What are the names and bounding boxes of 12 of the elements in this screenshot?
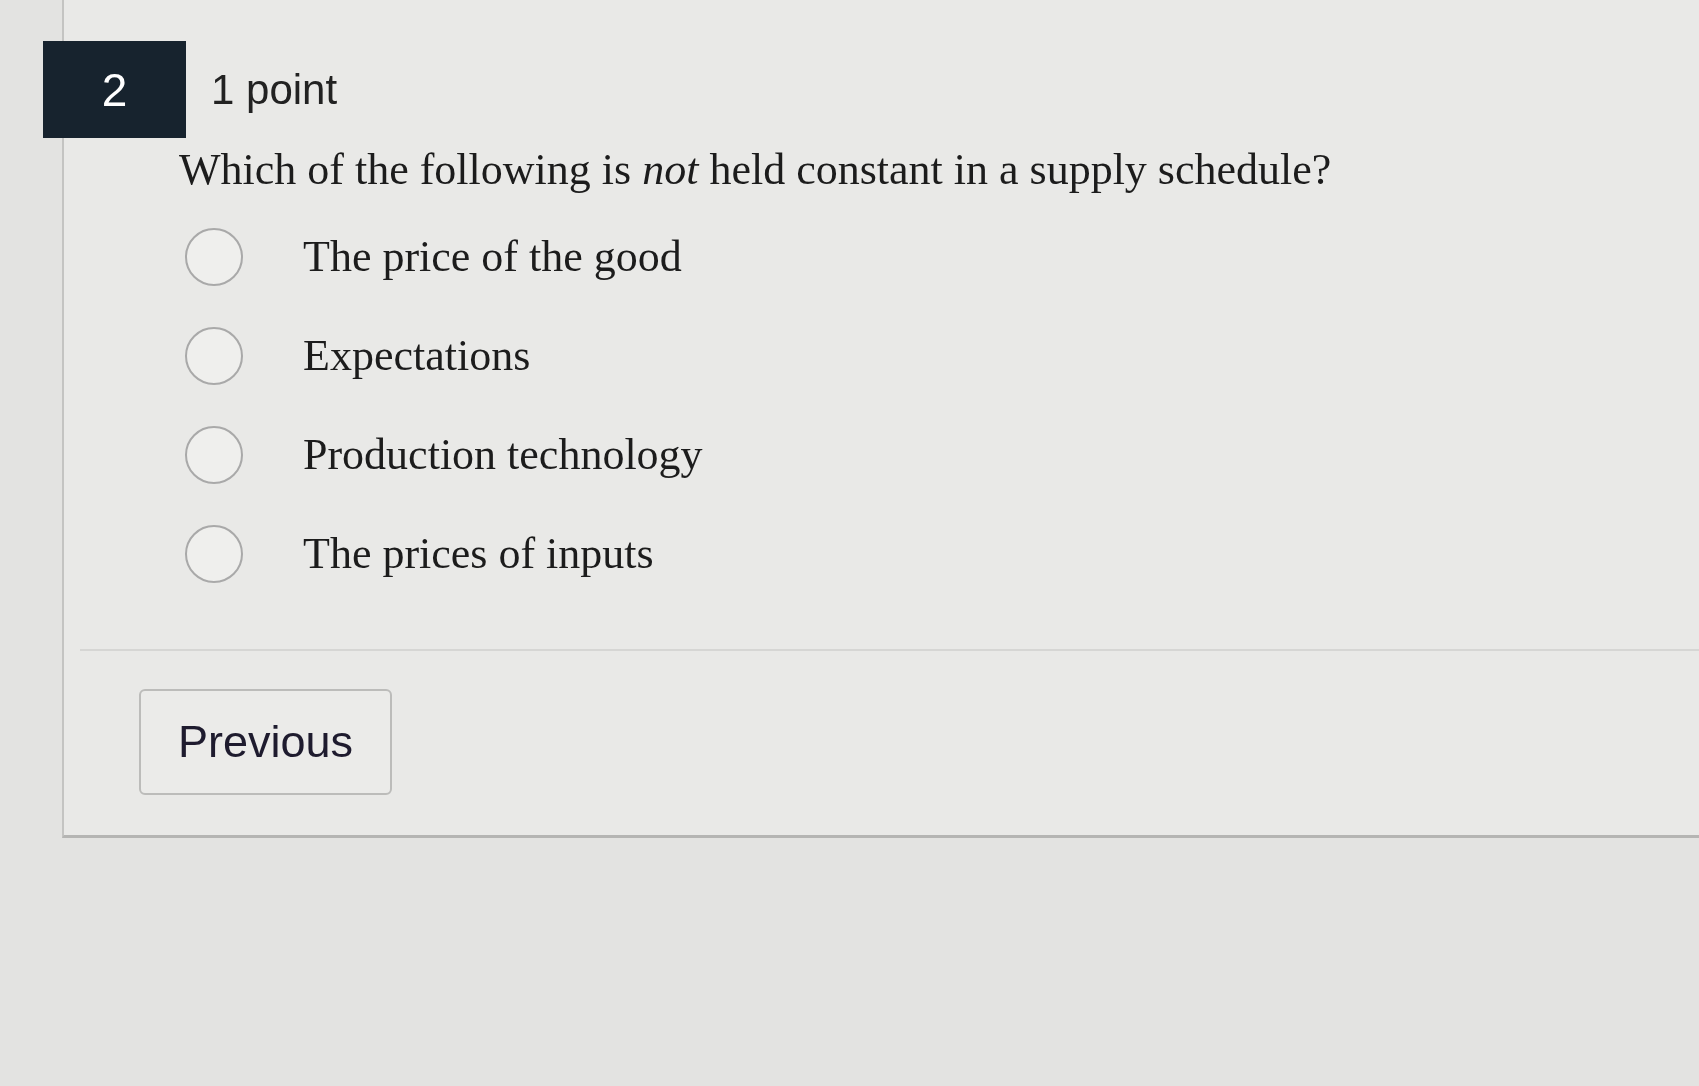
option-label: Production technology (303, 430, 703, 480)
points-label: 1 point (211, 65, 338, 114)
radio-button[interactable] (185, 426, 243, 484)
option-label: The price of the good (303, 232, 682, 282)
radio-button[interactable] (185, 525, 243, 583)
question-number: 2 (43, 41, 186, 138)
radio-button[interactable] (185, 327, 243, 385)
question-text: Which of the following is not held constant in a supply schedule? (179, 145, 1332, 195)
previous-button[interactable]: Previous (139, 689, 392, 795)
radio-button[interactable] (185, 228, 243, 286)
option-label: Expectations (303, 331, 531, 381)
option-label: The prices of inputs (303, 529, 654, 579)
